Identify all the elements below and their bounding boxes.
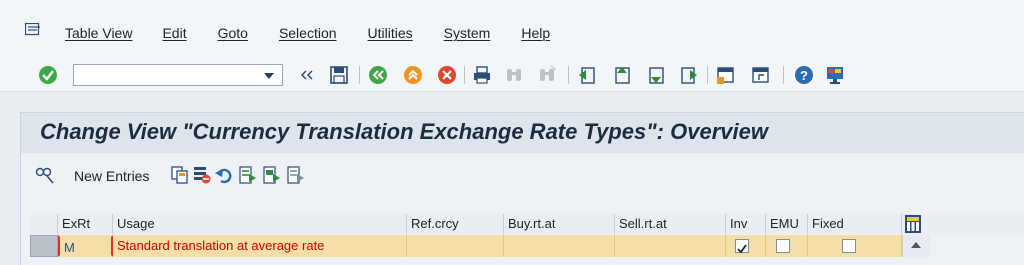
- previous-page-icon[interactable]: [612, 65, 632, 85]
- column-header-exrt[interactable]: ExRt: [58, 214, 113, 234]
- work-area: Change View "Currency Translation Exchan…: [0, 92, 1024, 265]
- exit-icon[interactable]: [403, 65, 423, 85]
- table-row[interactable]: M Standard translation at average rate: [30, 235, 1024, 257]
- last-page-icon[interactable]: [679, 65, 699, 85]
- scroll-up-icon[interactable]: [911, 242, 921, 248]
- column-header-usage[interactable]: Usage: [113, 214, 407, 234]
- undo-icon[interactable]: [215, 166, 233, 184]
- toolbar-divider: [783, 66, 784, 84]
- deselect-all-icon[interactable]: [287, 166, 305, 184]
- table-control: ExRt Usage Ref.crcy Buy.rt.at Sell.rt.at…: [30, 214, 1024, 265]
- find-next-icon[interactable]: [537, 65, 557, 85]
- first-page-icon[interactable]: [577, 65, 597, 85]
- help-icon[interactable]: ?: [794, 65, 814, 85]
- command-field[interactable]: [73, 64, 283, 86]
- svg-text:?: ?: [800, 68, 808, 83]
- cell-exrt[interactable]: M: [58, 235, 113, 257]
- delete-icon[interactable]: [193, 166, 211, 184]
- toolbar-divider: [464, 66, 465, 84]
- menu-system[interactable]: System: [444, 25, 491, 41]
- next-page-icon[interactable]: [646, 65, 666, 85]
- row-selector[interactable]: [30, 235, 58, 257]
- page-title: Change View "Currency Translation Exchan…: [40, 119, 768, 144]
- table-header: ExRt Usage Ref.crcy Buy.rt.at Sell.rt.at…: [30, 214, 1024, 234]
- enter-icon[interactable]: [38, 65, 58, 85]
- toolbar-divider: [359, 66, 360, 84]
- application-toolbar: New Entries: [21, 154, 1024, 194]
- menu-table-view[interactable]: Table View: [65, 25, 132, 41]
- display-change-icon[interactable]: [35, 166, 55, 184]
- cell-emu: [766, 235, 808, 257]
- title-bar: Change View "Currency Translation Exchan…: [21, 113, 1024, 153]
- emu-checkbox[interactable]: [776, 239, 790, 253]
- menu-goto[interactable]: Goto: [218, 25, 248, 41]
- cell-inv: [726, 235, 766, 257]
- system-toolbar: ?: [0, 58, 1024, 92]
- create-session-icon[interactable]: [716, 65, 736, 85]
- copy-as-icon[interactable]: [171, 166, 189, 184]
- vertical-scrollbar[interactable]: [902, 235, 930, 257]
- customize-layout-icon[interactable]: [825, 65, 845, 85]
- inv-checkbox[interactable]: [735, 239, 749, 254]
- cell-ref-crcy[interactable]: [407, 235, 504, 257]
- column-header-sell-rt-at[interactable]: Sell.rt.at: [615, 214, 726, 234]
- new-entries-button[interactable]: New Entries: [74, 168, 149, 184]
- table-settings-icon[interactable]: [902, 214, 924, 234]
- menu-help[interactable]: Help: [521, 25, 550, 41]
- menu-utilities[interactable]: Utilities: [368, 25, 413, 41]
- save-icon[interactable]: [329, 65, 349, 85]
- column-header-fixed[interactable]: Fixed: [808, 214, 902, 234]
- select-block-icon[interactable]: [263, 166, 281, 184]
- print-icon[interactable]: [472, 65, 492, 85]
- find-icon[interactable]: [504, 65, 524, 85]
- cell-buy-rt-at[interactable]: [504, 235, 615, 257]
- cell-sell-rt-at[interactable]: [615, 235, 726, 257]
- fixed-checkbox[interactable]: [842, 239, 856, 253]
- column-header-inv[interactable]: Inv: [726, 214, 766, 234]
- menu-selection[interactable]: Selection: [279, 25, 337, 41]
- column-header-ref-crcy[interactable]: Ref.crcy: [407, 214, 504, 234]
- back-icon[interactable]: [368, 65, 388, 85]
- toolbar-divider: [568, 66, 569, 84]
- cancel-icon[interactable]: [437, 65, 457, 85]
- toolbar-divider: [707, 66, 708, 84]
- selection-column-header[interactable]: [30, 214, 58, 234]
- cell-fixed: [808, 235, 902, 257]
- chevron-down-icon[interactable]: [264, 73, 274, 79]
- shortcut-icon[interactable]: [751, 65, 771, 85]
- menu-icon[interactable]: [25, 23, 41, 36]
- select-all-icon[interactable]: [239, 166, 257, 184]
- cell-usage[interactable]: Standard translation at average rate: [113, 235, 407, 257]
- menu-edit[interactable]: Edit: [162, 25, 186, 41]
- collapse-icon[interactable]: [300, 65, 314, 85]
- column-header-buy-rt-at[interactable]: Buy.rt.at: [504, 214, 615, 234]
- column-header-emu[interactable]: EMU: [766, 214, 808, 234]
- checkmark-icon: [737, 244, 747, 254]
- menu-bar: Table View Edit Goto Selection Utilities…: [0, 0, 1024, 58]
